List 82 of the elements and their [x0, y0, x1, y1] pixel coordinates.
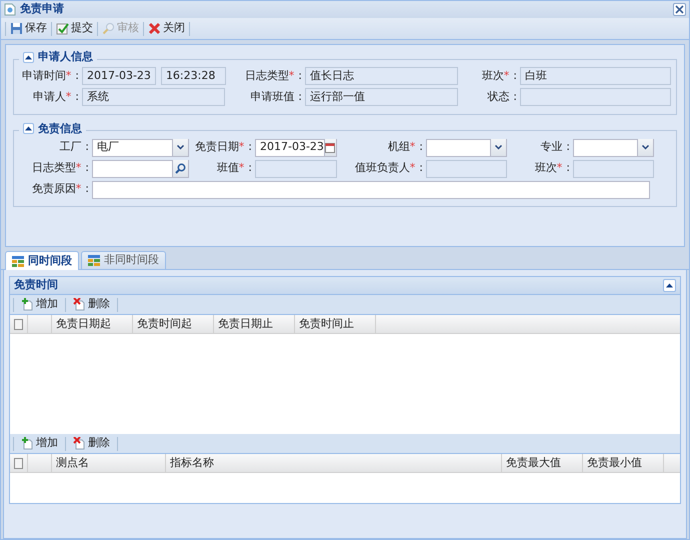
text-field[interactable]: 系统 [82, 88, 225, 106]
dropdown-field[interactable] [426, 138, 507, 156]
toolbar-button[interactable]: 增加 [17, 434, 62, 452]
search-icon[interactable] [172, 160, 188, 177]
section-title: 申请人信息 [38, 49, 93, 65]
section-title: 免责信息 [38, 120, 82, 136]
text-field[interactable] [520, 88, 671, 106]
text-field[interactable]: 16:23:28 [160, 67, 226, 85]
tab[interactable]: 非同时间段 [81, 251, 166, 269]
field-label: 机组* : [386, 139, 424, 156]
add-icon [21, 298, 34, 311]
column-header[interactable]: 免责日期起 [52, 315, 133, 333]
field-label: 免责原因* : [30, 181, 90, 198]
caret-icon [495, 145, 502, 150]
text-field[interactable] [573, 160, 654, 178]
close-button[interactable] [673, 3, 686, 16]
toolbar-button[interactable]: 增加 [17, 296, 62, 314]
toolbar-button[interactable]: 保存 [6, 20, 51, 38]
text-field[interactable]: 值长日志 [305, 67, 458, 85]
checkbox[interactable] [14, 458, 23, 468]
panel-title: 免责时间 [14, 277, 58, 294]
field-label: 申请时间* : [20, 68, 80, 84]
field-label: 申请班值 : [249, 88, 303, 105]
calendar-icon[interactable] [324, 139, 336, 156]
search-field[interactable] [92, 160, 189, 178]
field-label: 班次* : [480, 68, 518, 84]
caret-icon [25, 54, 32, 60]
dropdown-field[interactable] [573, 138, 654, 156]
field-label: 值班负责人* : [354, 160, 424, 176]
column-header[interactable]: 免责最小值 [583, 454, 664, 472]
caret-icon [25, 126, 32, 132]
caret-icon [666, 283, 673, 288]
collapse-button[interactable] [23, 52, 34, 63]
field-value: 电厂 [97, 139, 119, 156]
delete-icon [73, 437, 86, 450]
field-label: 工厂 : [58, 139, 90, 156]
field-label: 日志类型* : [30, 160, 90, 176]
magnifier-icon [102, 22, 115, 35]
column-header[interactable]: 免责时间起 [133, 315, 214, 333]
toolbar-button[interactable]: 提交 [52, 20, 97, 38]
caret-icon [642, 145, 649, 150]
delete-icon [73, 298, 86, 311]
save-icon [10, 22, 23, 35]
field-value: 2017-03-23 [260, 139, 324, 156]
grid-icon [12, 256, 24, 267]
column-header[interactable]: 免责日期止 [214, 315, 295, 333]
toolbar-button[interactable]: 删除 [69, 296, 114, 314]
toolbar-button[interactable]: 关闭 [144, 20, 189, 38]
text-field[interactable] [426, 160, 507, 178]
text-field[interactable] [92, 180, 650, 198]
date-field[interactable]: 2017-03-23 [255, 138, 337, 156]
text-field[interactable]: 运行部一值 [305, 88, 458, 106]
field-label: 专业 : [539, 139, 571, 156]
text-field[interactable] [255, 160, 337, 178]
grid-icon [88, 255, 100, 266]
column-header[interactable]: 指标名称 [166, 454, 502, 472]
column-header[interactable]: 免责最大值 [502, 454, 583, 472]
add-icon [21, 437, 34, 450]
dropdown-button[interactable] [490, 139, 506, 156]
toolbar-button[interactable]: 删除 [69, 434, 114, 452]
field-label: 班值* : [216, 160, 253, 176]
column-header[interactable]: 测点名 [52, 454, 166, 472]
dropdown-button[interactable] [637, 139, 653, 156]
field-label: 申请人* : [32, 88, 80, 105]
checkbox[interactable] [14, 318, 23, 330]
window-title: 免责申请 [20, 1, 64, 18]
collapse-button[interactable] [663, 279, 676, 292]
text-field[interactable]: 2017-03-23 [82, 67, 156, 85]
dropdown-button[interactable] [172, 139, 188, 156]
collapse-button[interactable] [23, 123, 34, 134]
field-label: 免责日期* : [194, 139, 253, 156]
tab[interactable]: 同时间段 [5, 251, 79, 271]
field-label: 班次* : [534, 160, 571, 176]
close-icon [148, 22, 161, 35]
column-header[interactable]: 免责时间止 [295, 315, 376, 333]
dropdown-field[interactable]: 电厂 [92, 138, 189, 156]
field-label: 日志类型* : [244, 68, 303, 84]
check-icon [56, 22, 69, 35]
field-label: 状态 : [486, 88, 518, 105]
caret-icon [177, 145, 184, 150]
window-icon [4, 3, 16, 16]
text-field[interactable]: 白班 [520, 67, 671, 85]
